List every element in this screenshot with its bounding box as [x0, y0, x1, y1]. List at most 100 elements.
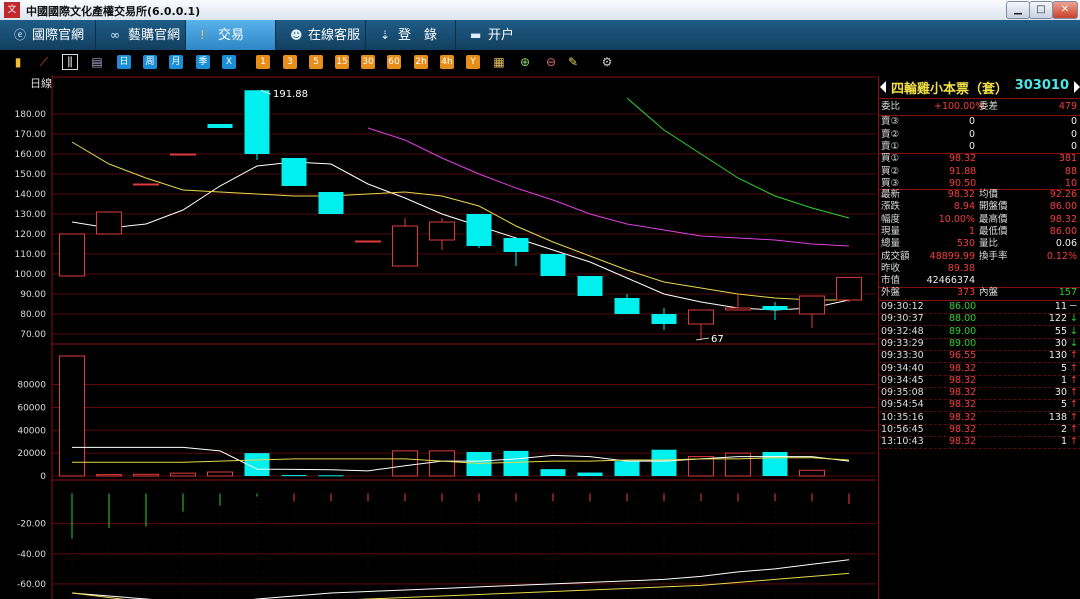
period-quarter-button[interactable]: 季: [196, 55, 210, 69]
price-tick-label: 160.00: [15, 150, 47, 160]
chat-icon: ☻: [290, 28, 303, 42]
nav-item-art-purchase[interactable]: ∞ 藝購官網: [96, 20, 186, 50]
volume-bar-up: [96, 474, 122, 477]
nav-item-online-service[interactable]: ☻ 在線客服: [276, 20, 366, 50]
stock-name: 四輪雞小本票（套）: [891, 82, 1009, 97]
volume-bar-up: [59, 355, 85, 477]
tick-row: 09:32:48 89.00 55 ↓: [881, 325, 1078, 337]
nav-item-login[interactable]: ⇣ 登 錄: [366, 20, 456, 50]
nav-item-trade[interactable]: ! 交易: [186, 20, 276, 50]
ask-row: 賣② 0 0: [881, 128, 1077, 140]
minimize-button[interactable]: ▁: [1006, 1, 1030, 19]
hour-4-button[interactable]: 4h: [440, 55, 454, 69]
tick-row: 09:33:29 89.00 30 ↓: [881, 337, 1078, 349]
window-title: 中國國際文化產權交易所(6.0.0.1): [26, 5, 201, 18]
draw-tool-icon[interactable]: ▦: [492, 55, 506, 69]
stock-code: 303010: [1014, 78, 1069, 93]
bid-row: 買① 98.32 381: [881, 153, 1077, 164]
tick-row: 10:56:45 98.32 2 ↑: [881, 424, 1078, 435]
volume-bar-down: [651, 449, 677, 476]
candle-body-up: [429, 221, 455, 241]
chart-background: [0, 76, 878, 599]
tick-row: 10:35:16 98.32 138 ↑: [881, 411, 1078, 423]
price-tick-label: 100.00: [15, 270, 47, 280]
maximize-button[interactable]: □: [1029, 1, 1053, 19]
app-logo-icon: 文: [4, 2, 20, 18]
volume-bar-down: [762, 452, 788, 476]
tick-row: 09:54:54 98.32 5 ↑: [881, 399, 1078, 411]
ask-row: 賣③ 0 0: [881, 116, 1077, 127]
volume-bar-up: [133, 473, 159, 477]
volume-tick-label: 60000: [17, 403, 46, 413]
indicator-tick-label: -40.00: [17, 550, 46, 560]
nav-item-official-site[interactable]: ⓔ 國際官網: [0, 20, 96, 50]
nav-item-open-account[interactable]: ▬ 开户: [456, 20, 546, 50]
candle-body-down: [503, 238, 529, 252]
volume-bar-down: [466, 452, 492, 476]
minute-15-button[interactable]: 15: [335, 55, 349, 69]
price-tick-label: 150.00: [15, 170, 47, 180]
candle-body-down: [318, 192, 344, 214]
year-button[interactable]: Y: [466, 55, 480, 69]
line-chart-icon[interactable]: ⟋: [37, 55, 51, 69]
candle-body-up: [725, 307, 751, 311]
candle-body-down: [577, 276, 603, 296]
volume-bar-down: [577, 472, 603, 476]
edit-icon[interactable]: ✎: [566, 55, 580, 69]
candle-body-down: [207, 124, 233, 128]
price-tick-label: 140.00: [15, 190, 47, 200]
period-day-button[interactable]: 日: [117, 55, 131, 69]
low-annotation: 67: [711, 334, 724, 345]
minute-60-button[interactable]: 60: [387, 55, 401, 69]
stat-row: 成交額 48899.99 換手率 0.12%: [881, 250, 1077, 262]
stat-row: 現量 1 最低價 86.00: [881, 225, 1077, 237]
volume-bar-down: [503, 450, 529, 476]
gear-icon[interactable]: ⚙: [600, 55, 614, 69]
candle-body-down: [244, 90, 270, 154]
prev-stock-icon[interactable]: [880, 81, 886, 93]
indicator-tick-label: -60.00: [17, 580, 46, 590]
minute-30-button[interactable]: 30: [361, 55, 375, 69]
quote-panel: 四輪雞小本票（套） 303010 委比 +100.00% 委差 479 賣③ 0…: [878, 76, 1080, 599]
candle-body-up: [59, 233, 85, 277]
candlestick-icon[interactable]: ⫼: [62, 54, 78, 70]
period-label: 日線: [30, 76, 52, 90]
tick-row: 09:34:45 98.32 1 ↑: [881, 374, 1078, 386]
title-bar: 文 中國國際文化產權交易所(6.0.0.1) ▁ □ ✕: [0, 0, 1080, 21]
volume-bar-down: [540, 469, 566, 476]
minute-5-button[interactable]: 5: [309, 55, 323, 69]
calendar-icon[interactable]: ▤: [90, 55, 104, 69]
bid-row: 買② 91.88 88: [881, 165, 1077, 177]
volume-bar-up: [170, 472, 196, 477]
candle-body-up: [392, 225, 418, 267]
kline-chart[interactable]: 180.00 170.00 160.00 150.00 140.00 130.00 120.…: [0, 76, 878, 599]
candle-body-down: [651, 314, 677, 324]
volume-bar-up: [799, 469, 825, 477]
bar-chart-icon[interactable]: ▮: [11, 55, 25, 69]
period-week-button[interactable]: 周: [143, 55, 157, 69]
zoom-in-icon[interactable]: ⊕: [518, 55, 532, 69]
volume-bar-down: [614, 461, 640, 476]
volume-tick-label: 20000: [17, 449, 46, 459]
price-tick-label: 90.00: [20, 290, 46, 300]
period-x-button[interactable]: X: [222, 55, 236, 69]
price-tick-label: 170.00: [15, 130, 47, 140]
minute-3-button[interactable]: 3: [283, 55, 297, 69]
stat-row: 最新 98.32 均價 92.26: [881, 189, 1077, 200]
weibi-row: 委比 +100.00% 委差 479: [881, 101, 1077, 112]
candle-body-up: [96, 211, 122, 235]
next-stock-icon[interactable]: [1074, 81, 1080, 93]
zoom-out-icon[interactable]: ⊖: [544, 55, 558, 69]
price-tick-label: 70.00: [20, 330, 46, 340]
period-month-button[interactable]: 月: [169, 55, 183, 69]
price-tick-label: 120.00: [15, 230, 47, 240]
tick-row: 09:35:08 98.32 30 ↑: [881, 387, 1078, 399]
stat-row: 總量 530 量比 0.06: [881, 238, 1077, 250]
candle-body-up: [133, 183, 159, 186]
hour-2-button[interactable]: 2h: [414, 55, 428, 69]
minute-1-button[interactable]: 1: [256, 55, 270, 69]
close-button[interactable]: ✕: [1052, 1, 1078, 19]
login-icon: ⇣: [380, 28, 391, 42]
price-tick-label: 180.00: [15, 110, 47, 120]
ask-row: 賣① 0 0: [881, 141, 1077, 152]
